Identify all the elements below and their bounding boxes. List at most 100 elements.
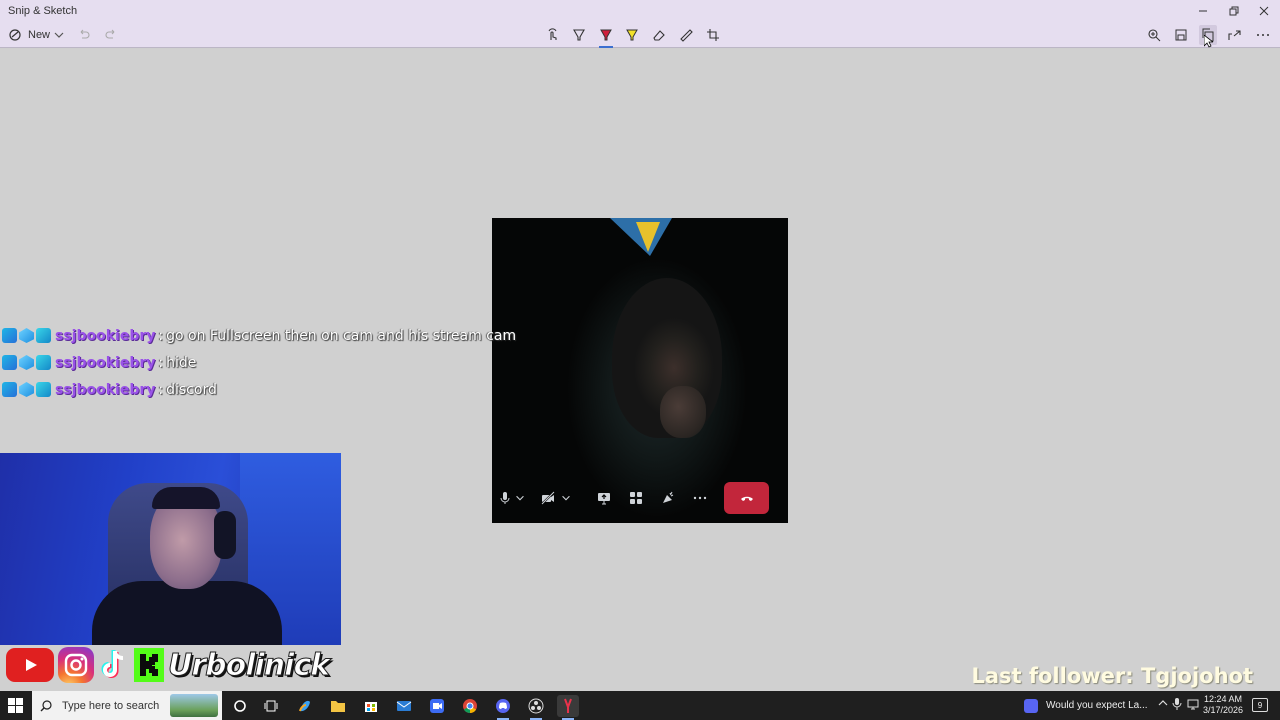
more-call-options-button[interactable] [691, 489, 709, 507]
store-icon [365, 702, 377, 712]
windows-icon [8, 698, 23, 713]
task-view-button[interactable] [260, 695, 282, 717]
highlighter-icon [626, 29, 638, 41]
pencil-button[interactable] [597, 25, 615, 48]
more-icon [693, 496, 707, 500]
camera-options-button[interactable] [560, 489, 572, 507]
chat-badges [2, 328, 51, 343]
vip-badge-icon [36, 382, 51, 397]
search-highlight-image [170, 694, 218, 717]
call-participant-hand [660, 386, 706, 438]
new-snip-options-button[interactable] [52, 25, 66, 45]
microphone-tray-button[interactable] [1172, 698, 1182, 713]
close-button[interactable] [1249, 0, 1279, 22]
redo-button[interactable] [103, 25, 119, 45]
chat-username: ssjbookiebry [55, 354, 156, 371]
search-placeholder: Type here to search [62, 699, 160, 712]
title-bar: Snip & Sketch [0, 0, 1280, 22]
new-label: New [28, 29, 51, 41]
sub-badge-icon [19, 382, 34, 397]
video-call-window [492, 218, 788, 523]
chat-message: ssjbookiebry : hide [2, 349, 516, 376]
screen-share-button[interactable] [595, 489, 613, 507]
moderator-badge-icon [2, 328, 17, 343]
network-tray-button[interactable] [1187, 698, 1199, 713]
redo-icon [105, 29, 115, 39]
undo-button[interactable] [76, 25, 92, 45]
youtube-icon [6, 648, 54, 682]
clock-date: 3/17/2026 [1202, 705, 1244, 715]
share-button[interactable] [1226, 25, 1242, 45]
action-center-button[interactable]: 9 [1252, 698, 1268, 712]
notification-count: 9 [1257, 700, 1263, 710]
taskbar-app-mail[interactable] [393, 695, 415, 717]
share-icon [1228, 30, 1241, 40]
taskbar-app-store[interactable] [360, 695, 382, 717]
hang-up-icon [740, 496, 753, 501]
touch-writing-button[interactable] [545, 25, 561, 45]
streamer-shirt-image [92, 581, 282, 645]
more-options-button[interactable] [1255, 25, 1271, 45]
chat-separator: : [158, 327, 164, 344]
streamer-webcam [0, 453, 341, 645]
mute-button[interactable] [496, 489, 514, 507]
start-button[interactable] [8, 698, 23, 713]
restore-button[interactable] [1219, 0, 1249, 22]
save-button[interactable] [1173, 25, 1189, 45]
video-app-icon [430, 699, 444, 713]
zoom-button[interactable] [1146, 25, 1162, 45]
chat-text: go on Fullscreen then on cam and his str… [166, 327, 517, 344]
obs-icon [528, 698, 544, 714]
soundboard-button[interactable] [659, 489, 677, 507]
chat-message: ssjbookiebry : go on Fullscreen then on … [2, 322, 516, 349]
minimize-icon [1199, 10, 1207, 12]
last-follower-label: Last follower: Tgjojohot [971, 664, 1253, 688]
cortana-button[interactable] [229, 695, 251, 717]
call-controls [492, 480, 788, 516]
discord-notification[interactable]: Would you expect La... [1024, 691, 1148, 720]
taskbar-app-file-explorer[interactable] [327, 695, 349, 717]
taskbar-app-obs[interactable] [525, 695, 547, 720]
wall-poster-image [610, 218, 672, 256]
kick-icon [134, 648, 164, 682]
camera-off-icon [541, 491, 555, 505]
toolbar: New [0, 22, 1280, 48]
taskbar-app-copilot[interactable] [294, 695, 316, 717]
save-icon [1175, 29, 1187, 41]
social-links: Urbolinick [6, 645, 331, 685]
eraser-button[interactable] [651, 25, 667, 45]
crop-icon [707, 29, 719, 41]
chat-badges [2, 355, 51, 370]
show-hidden-icons-button[interactable] [1158, 698, 1168, 711]
minimize-button[interactable] [1188, 0, 1218, 22]
pencil-icon [600, 29, 612, 41]
chat-separator: : [158, 354, 164, 371]
network-icon [1187, 699, 1199, 710]
taskbar-app-chrome[interactable] [459, 695, 481, 717]
mic-options-button[interactable] [514, 489, 526, 507]
touch-writing-icon [548, 28, 557, 40]
taskbar-app-discord[interactable] [492, 695, 514, 720]
vip-badge-icon [36, 328, 51, 343]
headset-image [214, 511, 236, 559]
taskbar-search-box[interactable]: Type here to search [32, 691, 222, 720]
activities-button[interactable] [627, 489, 645, 507]
clock-time: 12:24 AM [1203, 694, 1243, 704]
ruler-button[interactable] [678, 25, 694, 45]
search-icon [40, 699, 52, 711]
copilot-icon [299, 700, 310, 712]
chat-text: hide [166, 354, 197, 371]
ballpoint-pen-button[interactable] [571, 25, 587, 45]
taskbar-app-snip-sketch[interactable] [557, 695, 579, 720]
chat-username: ssjbookiebry [55, 327, 156, 344]
taskbar-app-zoom[interactable] [426, 695, 448, 717]
chat-badges [2, 382, 51, 397]
camera-button[interactable] [539, 489, 557, 507]
soundboard-icon [663, 491, 674, 503]
chat-separator: : [158, 381, 164, 398]
crop-button[interactable] [705, 25, 721, 45]
highlighter-button[interactable] [624, 25, 640, 45]
taskbar-clock[interactable]: 12:24 AM 3/17/2026 [1200, 694, 1246, 716]
disconnect-button[interactable] [724, 482, 769, 514]
ruler-icon [680, 29, 693, 42]
